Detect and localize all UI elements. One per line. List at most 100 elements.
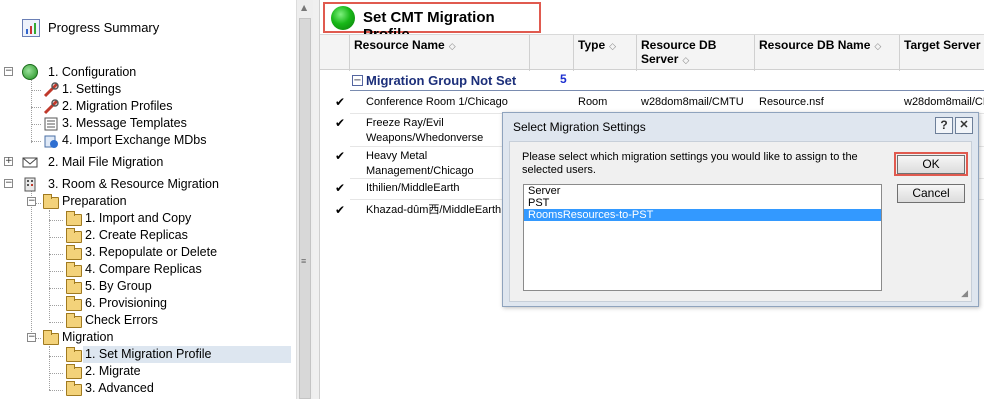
sort-icon: ◇ bbox=[609, 42, 617, 52]
dialog-title: Select Migration Settings bbox=[513, 120, 646, 134]
ok-button[interactable]: OK bbox=[897, 155, 965, 174]
migration-profiles-icon bbox=[43, 99, 59, 115]
list-item[interactable]: Server bbox=[524, 185, 881, 197]
tree-scrollbar[interactable]: ▲ ≡ bbox=[296, 0, 313, 399]
cell-db-server: w28dom8mail/CMTU bbox=[641, 96, 744, 108]
tree-label: 4. Compare Replicas bbox=[85, 262, 202, 276]
folder-icon bbox=[66, 279, 82, 294]
tree-item-configuration[interactable]: 1. Configuration bbox=[46, 64, 138, 81]
folder-icon bbox=[66, 364, 82, 379]
header-spacer bbox=[530, 35, 574, 71]
navigation-tree: Progress Summary − 1. Configuration 1. S… bbox=[0, 0, 296, 399]
expander-mail-file-migration[interactable]: + bbox=[4, 157, 13, 166]
tree-label: 3. Advanced bbox=[85, 381, 154, 395]
tree-label: Migration bbox=[62, 330, 114, 344]
tree-item-set-migration-profile[interactable]: 1. Set Migration Profile bbox=[83, 346, 293, 363]
close-button[interactable]: ✕ bbox=[955, 117, 973, 134]
list-item[interactable]: PST bbox=[524, 197, 881, 209]
tree-label: Check Errors bbox=[85, 313, 158, 327]
tree-item-migrate[interactable]: 2. Migrate bbox=[83, 363, 143, 380]
header-label: Type bbox=[578, 38, 606, 52]
tree-item-migration-profiles[interactable]: 2. Migration Profiles bbox=[60, 98, 174, 115]
panel-splitter[interactable] bbox=[313, 0, 320, 399]
folder-icon bbox=[66, 296, 82, 311]
tree-item-advanced[interactable]: 3. Advanced bbox=[83, 380, 156, 397]
dialog-prompt: Please select which migration settings y… bbox=[522, 151, 858, 176]
mail-migration-icon bbox=[22, 154, 38, 170]
cell-resource-name: Ithilien/MiddleEarth bbox=[366, 182, 460, 194]
expander-configuration[interactable]: − bbox=[4, 67, 13, 76]
tree-item-room-resource-migration[interactable]: 3. Room & Resource Migration bbox=[46, 176, 221, 193]
check-icon[interactable]: ✔ bbox=[335, 149, 345, 163]
tree-item-settings[interactable]: 1. Settings bbox=[60, 81, 123, 98]
tree-item-progress-summary[interactable]: Progress Summary bbox=[22, 19, 161, 37]
tree-item-preparation[interactable]: Preparation bbox=[60, 193, 129, 210]
header-label: Resource Name bbox=[354, 38, 445, 52]
tree-item-by-group[interactable]: 5. By Group bbox=[83, 278, 154, 295]
tree-item-provisioning[interactable]: 6. Provisioning bbox=[83, 295, 169, 312]
header-resource-name[interactable]: Resource Name ◇ bbox=[350, 35, 530, 71]
folder-icon bbox=[66, 245, 82, 260]
cell-resource-name: Heavy Metal Management/Chicago bbox=[366, 150, 474, 177]
resize-grip-icon[interactable]: ◢ bbox=[961, 288, 968, 299]
cancel-button[interactable]: Cancel bbox=[897, 184, 965, 203]
check-icon[interactable]: ✔ bbox=[335, 95, 345, 109]
tree-label: 3. Message Templates bbox=[62, 116, 187, 130]
tree-label: 1. Set Migration Profile bbox=[83, 346, 291, 363]
folder-icon bbox=[43, 330, 59, 345]
tree-item-compare-replicas[interactable]: 4. Compare Replicas bbox=[83, 261, 204, 278]
progress-summary-icon bbox=[22, 19, 40, 37]
tree-item-import-copy[interactable]: 1. Import and Copy bbox=[83, 210, 193, 227]
expander-migration[interactable]: − bbox=[27, 333, 36, 342]
cell-target-server: w28dom8mail/CM bbox=[904, 96, 984, 108]
page-title-box: Set CMT Migration Profile bbox=[323, 2, 541, 43]
collapse-group-icon[interactable]: − bbox=[352, 75, 363, 86]
tree-item-message-templates[interactable]: 3. Message Templates bbox=[60, 115, 189, 132]
grip-icon: ≡ bbox=[301, 256, 307, 266]
scroll-up-icon[interactable]: ▲ bbox=[301, 3, 307, 12]
header-check-column[interactable] bbox=[320, 35, 350, 71]
settings-listbox[interactable]: Server PST RoomsResources-to-PST bbox=[523, 184, 882, 291]
tree-item-check-errors[interactable]: Check Errors bbox=[83, 312, 160, 329]
check-icon[interactable]: ✔ bbox=[335, 181, 345, 195]
cell-type: Room bbox=[578, 96, 608, 108]
folder-icon bbox=[66, 262, 82, 277]
header-label: Resource DB Name bbox=[759, 38, 871, 52]
cell-resource-name: Khazad-dûm西/MiddleEarth bbox=[366, 204, 502, 216]
header-target-server[interactable]: Target Server bbox=[900, 35, 984, 71]
cell-db-name: Resource.nsf bbox=[759, 96, 824, 108]
globe-icon bbox=[22, 64, 38, 80]
sort-icon: ◇ bbox=[874, 42, 882, 52]
scrollbar-thumb[interactable] bbox=[299, 18, 311, 399]
dialog-body: Please select which migration settings y… bbox=[509, 141, 972, 302]
header-type[interactable]: Type ◇ bbox=[574, 35, 637, 71]
sort-icon: ◇ bbox=[682, 56, 690, 66]
check-icon[interactable]: ✔ bbox=[335, 116, 345, 130]
tree-label: 6. Provisioning bbox=[85, 296, 167, 310]
help-button[interactable]: ? bbox=[935, 117, 953, 134]
group-count: 5 bbox=[560, 72, 567, 86]
tree-label: Preparation bbox=[62, 194, 127, 208]
message-templates-icon bbox=[43, 116, 59, 132]
expander-room-resource[interactable]: − bbox=[4, 179, 13, 188]
tree-label: 3. Repopulate or Delete bbox=[85, 245, 218, 259]
header-db-server[interactable]: Resource DB Server ◇ bbox=[637, 35, 755, 71]
list-item-selected[interactable]: RoomsResources-to-PST bbox=[524, 209, 881, 221]
table-row[interactable]: ✔ Conference Room 1/Chicago Room w28dom8… bbox=[320, 95, 984, 112]
tree-label: 2. Migrate bbox=[85, 364, 141, 378]
check-icon[interactable]: ✔ bbox=[335, 203, 345, 217]
expander-preparation[interactable]: − bbox=[27, 197, 36, 206]
tree-item-mail-file-migration[interactable]: 2. Mail File Migration bbox=[46, 154, 165, 171]
header-db-name[interactable]: Resource DB Name ◇ bbox=[755, 35, 900, 71]
settings-icon bbox=[43, 82, 59, 98]
tree-label: 4. Import Exchange MDbs bbox=[62, 133, 207, 147]
tree-label: 5. By Group bbox=[85, 279, 152, 293]
tree-item-create-replicas[interactable]: 2. Create Replicas bbox=[83, 227, 190, 244]
tree-item-import-exchange[interactable]: 4. Import Exchange MDbs bbox=[60, 132, 209, 149]
tree-item-migration[interactable]: Migration bbox=[60, 329, 115, 346]
folder-icon bbox=[66, 313, 82, 328]
tree-item-repopulate-delete[interactable]: 3. Repopulate or Delete bbox=[83, 244, 219, 261]
import-exchange-icon bbox=[43, 133, 59, 149]
group-row[interactable]: − Migration Group Not Set 5 bbox=[350, 72, 984, 91]
tree-label: Progress Summary bbox=[48, 20, 160, 35]
